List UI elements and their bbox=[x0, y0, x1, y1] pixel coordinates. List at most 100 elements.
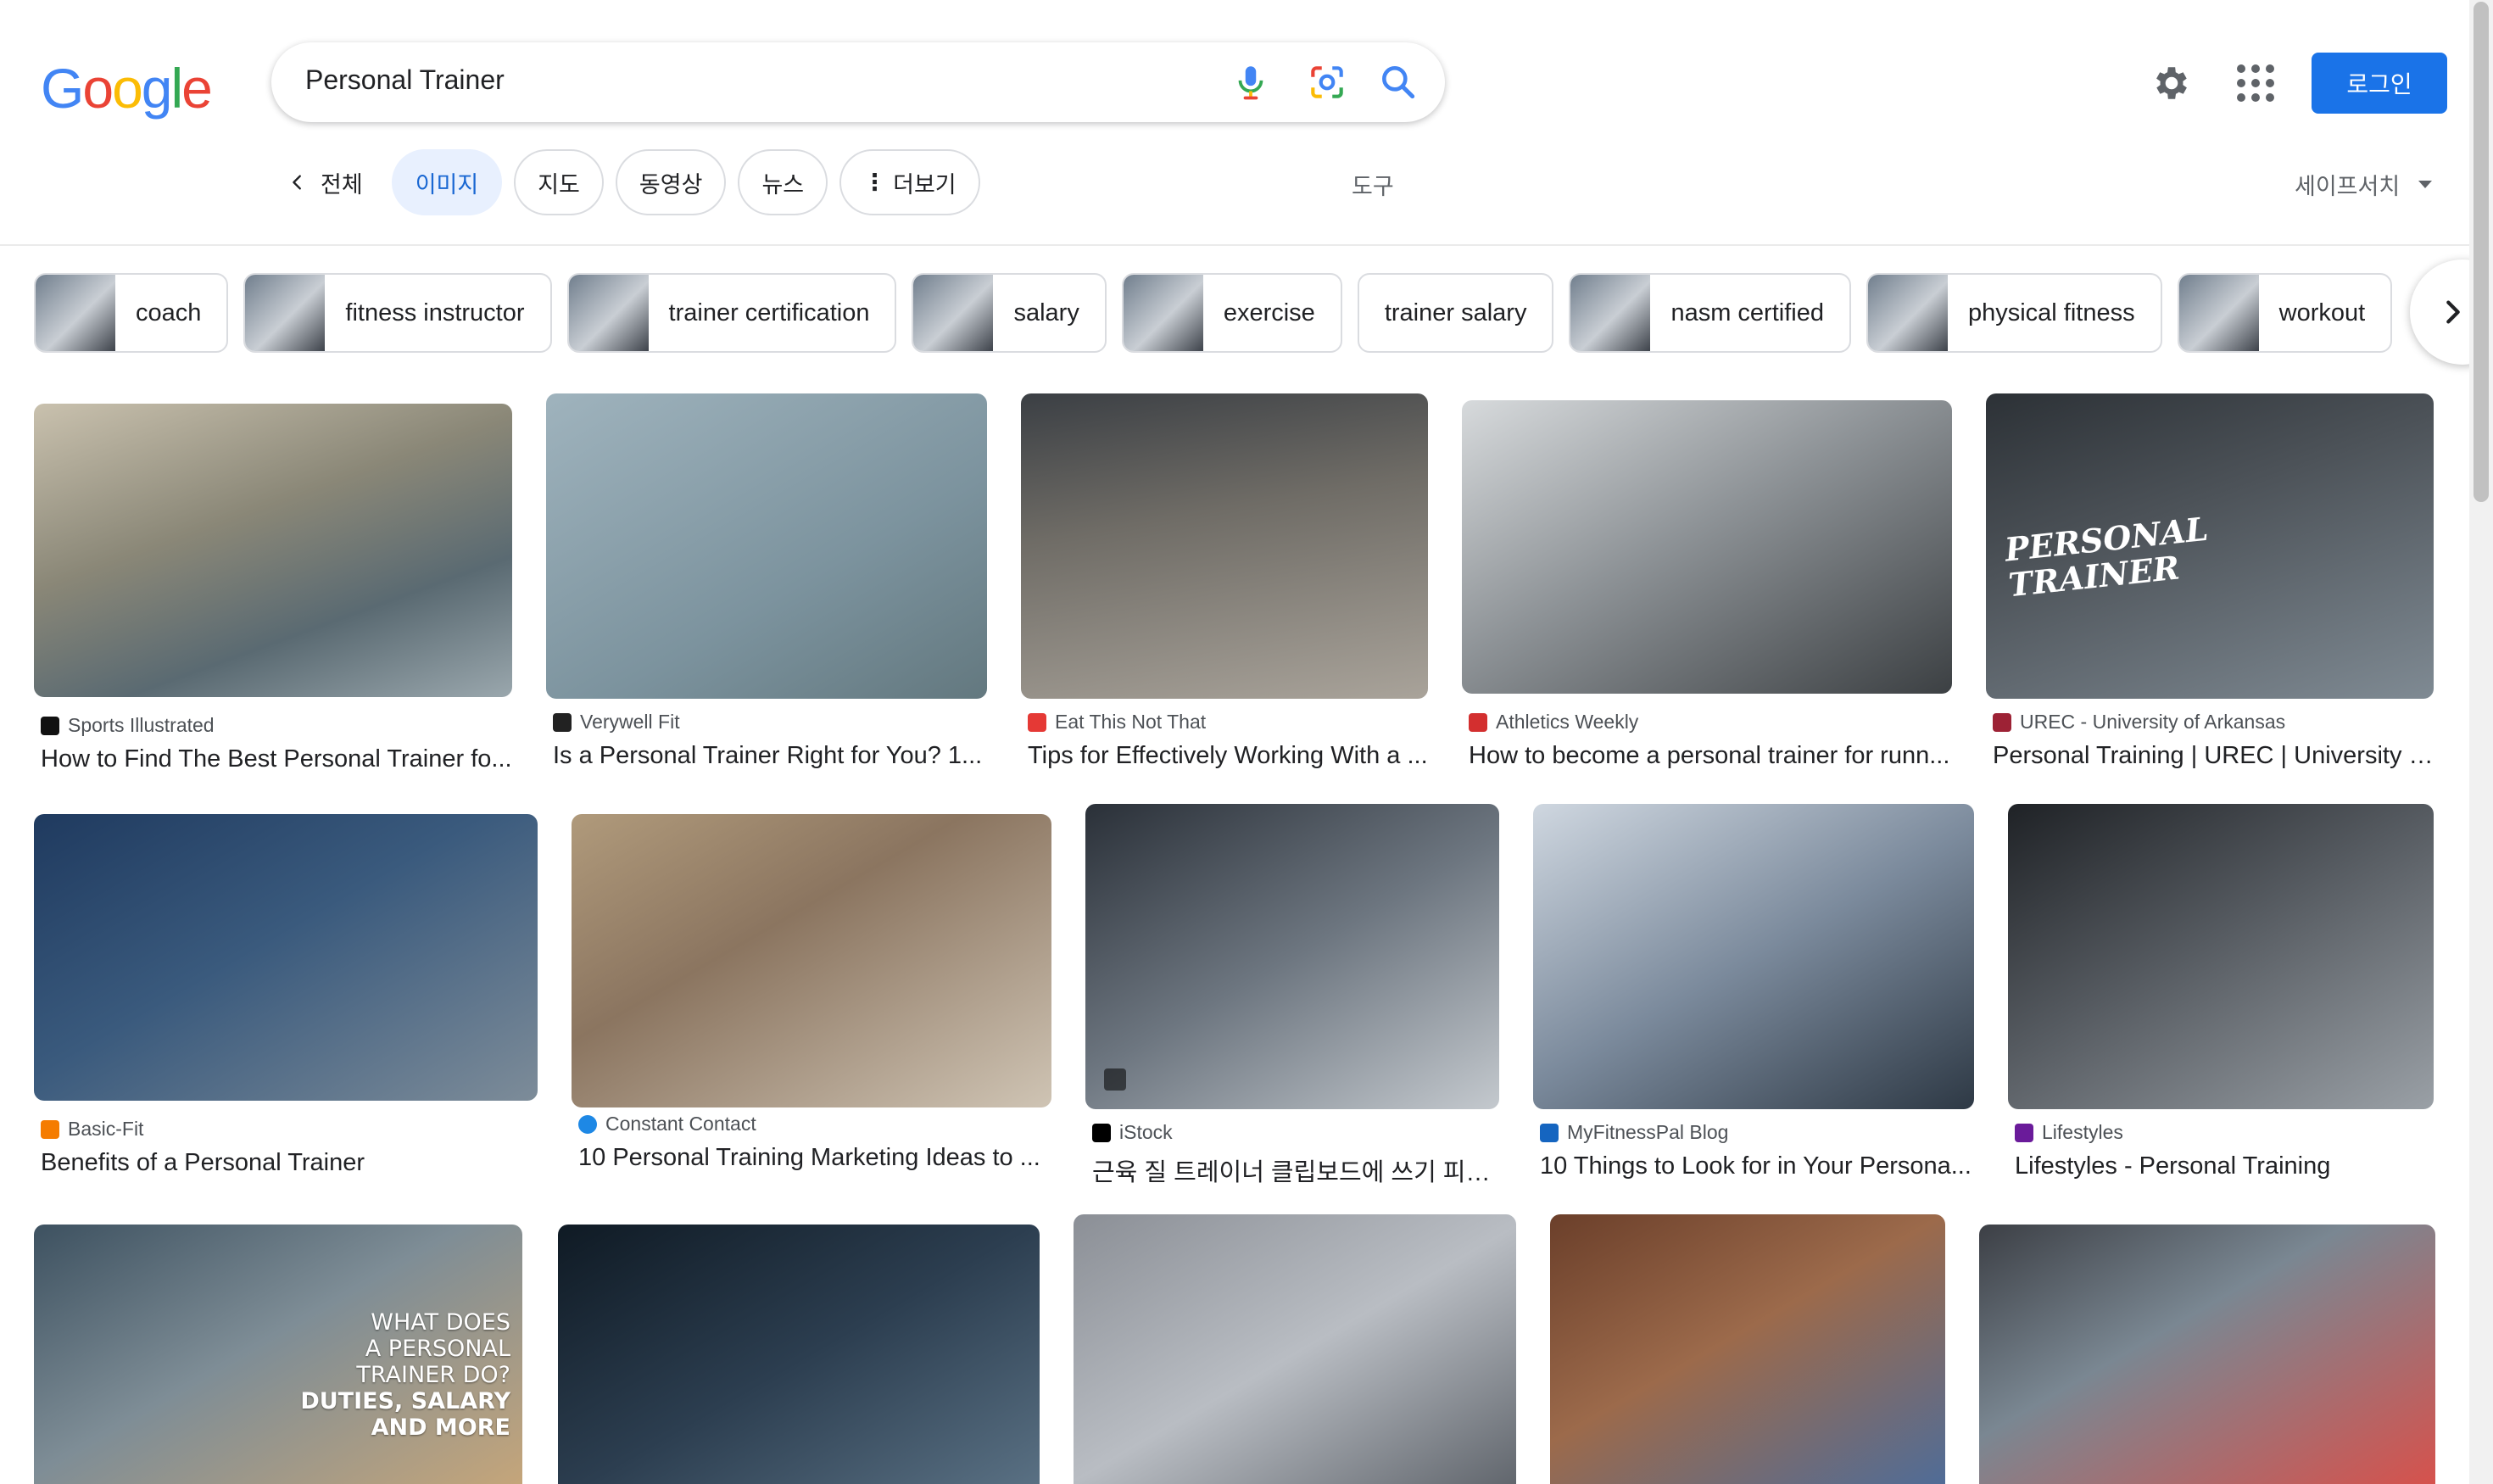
chip-salary[interactable]: salary bbox=[912, 273, 1107, 353]
search-input[interactable]: Personal Trainer bbox=[305, 64, 505, 96]
result-source[interactable]: Verywell Fit bbox=[580, 711, 680, 734]
image-result[interactable]: WHAT DOES A PERSONAL TRAINER DO? DUTIES,… bbox=[34, 1214, 522, 1484]
result-source[interactable]: Athletics Weekly bbox=[1496, 711, 1638, 734]
image-result[interactable]: iStock 근육 질 트레이너 클립보드에 쓰기 피트... bbox=[1085, 804, 1499, 1188]
tab-images[interactable]: 이미지 bbox=[391, 149, 503, 215]
image-result[interactable] bbox=[1074, 1214, 1516, 1484]
result-source[interactable]: iStock bbox=[1119, 1121, 1173, 1144]
site-favicon bbox=[1993, 712, 2011, 732]
result-title[interactable]: Tips for Effectively Working With a ... bbox=[1028, 742, 1428, 770]
result-title[interactable]: How to Find The Best Personal Trainer fo… bbox=[41, 745, 512, 773]
result-image[interactable] bbox=[546, 393, 987, 699]
chip-fitness-instructor[interactable]: fitness instructor bbox=[243, 273, 552, 353]
chip-trainer-salary[interactable]: trainer salary bbox=[1357, 273, 1554, 353]
login-button[interactable]: 로그인 bbox=[2312, 53, 2447, 114]
chip-thumbnail bbox=[568, 275, 649, 351]
image-result[interactable] bbox=[1550, 1214, 1945, 1484]
camera-lens-icon[interactable] bbox=[1306, 61, 1348, 103]
tab-all-label: 전체 bbox=[321, 171, 363, 198]
chip-workout[interactable]: workout bbox=[2177, 273, 2393, 353]
result-image[interactable] bbox=[1462, 400, 1952, 694]
image-result[interactable]: Verywell Fit Is a Personal Trainer Right… bbox=[546, 393, 987, 770]
image-result[interactable]: Eat This Not That Tips for Effectively W… bbox=[1021, 393, 1428, 770]
scrollbar-thumb[interactable] bbox=[2473, 2, 2489, 502]
tab-all[interactable]: 전체 bbox=[280, 149, 380, 215]
result-title[interactable]: How to become a personal trainer for run… bbox=[1469, 742, 1952, 770]
site-favicon bbox=[1540, 1123, 1559, 1142]
result-image[interactable] bbox=[1074, 1214, 1516, 1484]
chip-coach[interactable]: coach bbox=[34, 273, 229, 353]
site-favicon bbox=[41, 716, 59, 735]
tab-videos[interactable]: 동영상 bbox=[615, 149, 727, 215]
google-logo[interactable]: Google bbox=[41, 56, 213, 120]
safesearch-dropdown[interactable]: 세이프서치 bbox=[2295, 168, 2433, 201]
apps-grid-icon[interactable] bbox=[2237, 64, 2274, 102]
image-result[interactable] bbox=[558, 1214, 1040, 1484]
chip-thumbnail bbox=[36, 275, 115, 351]
tab-maps[interactable]: 지도 bbox=[514, 149, 604, 215]
result-image[interactable] bbox=[1550, 1214, 1945, 1484]
tab-more[interactable]: ⋮ 더보기 bbox=[839, 149, 980, 215]
result-source[interactable]: Eat This Not That bbox=[1055, 711, 1206, 734]
image-result[interactable]: Lifestyles Lifestyles - Personal Trainin… bbox=[2008, 804, 2434, 1180]
site-favicon bbox=[578, 1114, 597, 1134]
search-tabs: 전체 이미지 지도 동영상 뉴스 ⋮ 더보기 bbox=[280, 149, 980, 215]
site-favicon bbox=[2015, 1123, 2033, 1142]
image-result[interactable]: Basic-Fit Benefits of a Personal Trainer bbox=[34, 804, 538, 1177]
result-title[interactable]: Is a Personal Trainer Right for You? 1..… bbox=[553, 742, 987, 770]
site-favicon bbox=[553, 712, 572, 732]
result-title[interactable]: Personal Training | UREC | University o.… bbox=[1993, 742, 2434, 770]
chip-thumbnail bbox=[1123, 275, 1203, 351]
result-source[interactable]: Constant Contact bbox=[605, 1113, 756, 1135]
site-favicon bbox=[41, 1119, 59, 1139]
result-title[interactable]: 10 Things to Look for in Your Persona... bbox=[1540, 1152, 1974, 1180]
image-result[interactable]: Athletics Weekly How to become a persona… bbox=[1462, 393, 1952, 770]
microphone-icon[interactable] bbox=[1230, 61, 1272, 103]
result-image[interactable] bbox=[1021, 393, 1428, 699]
header-divider bbox=[0, 244, 2469, 246]
caret-down-icon bbox=[2418, 181, 2433, 188]
image-result[interactable]: PERSONAL TRAINER UREC - University of Ar… bbox=[1986, 393, 2434, 770]
result-image[interactable] bbox=[1979, 1225, 2435, 1484]
gear-icon[interactable] bbox=[2150, 62, 2193, 104]
chip-thumbnail bbox=[1570, 275, 1651, 351]
result-image[interactable] bbox=[34, 404, 512, 697]
result-source[interactable]: MyFitnessPal Blog bbox=[1567, 1121, 1728, 1144]
result-title[interactable]: 10 Personal Training Marketing Ideas to … bbox=[578, 1144, 1051, 1172]
tab-news[interactable]: 뉴스 bbox=[738, 149, 828, 215]
result-source[interactable]: UREC - University of Arkansas bbox=[2020, 711, 2285, 734]
chip-thumbnail bbox=[913, 275, 994, 351]
result-image[interactable] bbox=[1533, 804, 1974, 1109]
result-source[interactable]: Lifestyles bbox=[2042, 1121, 2123, 1144]
chip-thumbnail bbox=[245, 275, 326, 351]
result-image[interactable]: PERSONAL TRAINER bbox=[1986, 393, 2434, 699]
tools-button[interactable]: 도구 bbox=[1352, 168, 1394, 201]
chip-trainer-certification[interactable]: trainer certification bbox=[566, 273, 897, 353]
result-image[interactable] bbox=[572, 814, 1051, 1107]
chip-physical-fitness[interactable]: physical fitness bbox=[1866, 273, 2162, 353]
result-title[interactable]: Benefits of a Personal Trainer bbox=[41, 1149, 538, 1177]
result-image[interactable] bbox=[2008, 804, 2434, 1109]
result-source[interactable]: Basic-Fit bbox=[68, 1118, 143, 1141]
image-result[interactable]: Sports Illustrated How to Find The Best … bbox=[34, 393, 512, 773]
image-results-row: Basic-Fit Benefits of a Personal Trainer… bbox=[34, 804, 2434, 1188]
image-result[interactable] bbox=[1979, 1214, 2435, 1484]
image-results-row: WHAT DOES A PERSONAL TRAINER DO? DUTIES,… bbox=[34, 1214, 2435, 1484]
chip-exercise[interactable]: exercise bbox=[1121, 273, 1342, 353]
result-title[interactable]: Lifestyles - Personal Training bbox=[2015, 1152, 2434, 1180]
search-box[interactable]: Personal Trainer bbox=[271, 42, 1445, 122]
result-image[interactable] bbox=[558, 1225, 1040, 1484]
result-title[interactable]: 근육 질 트레이너 클립보드에 쓰기 피트... bbox=[1092, 1152, 1499, 1188]
result-image[interactable]: WHAT DOES A PERSONAL TRAINER DO? DUTIES,… bbox=[34, 1225, 522, 1484]
chip-thumbnail bbox=[1867, 275, 1948, 351]
result-image[interactable] bbox=[1085, 804, 1499, 1109]
search-icon[interactable] bbox=[1377, 61, 1419, 103]
result-source[interactable]: Sports Illustrated bbox=[68, 714, 215, 737]
image-badge-icon bbox=[1104, 1068, 1126, 1091]
image-result[interactable]: Constant Contact 10 Personal Training Ma… bbox=[572, 804, 1051, 1172]
image-result[interactable]: MyFitnessPal Blog 10 Things to Look for … bbox=[1533, 804, 1974, 1180]
result-image[interactable] bbox=[34, 814, 538, 1101]
chip-nasm-certified[interactable]: nasm certified bbox=[1569, 273, 1851, 353]
site-favicon bbox=[1469, 712, 1487, 732]
related-searches-bar: coach fitness instructor trainer certifi… bbox=[34, 273, 2434, 353]
